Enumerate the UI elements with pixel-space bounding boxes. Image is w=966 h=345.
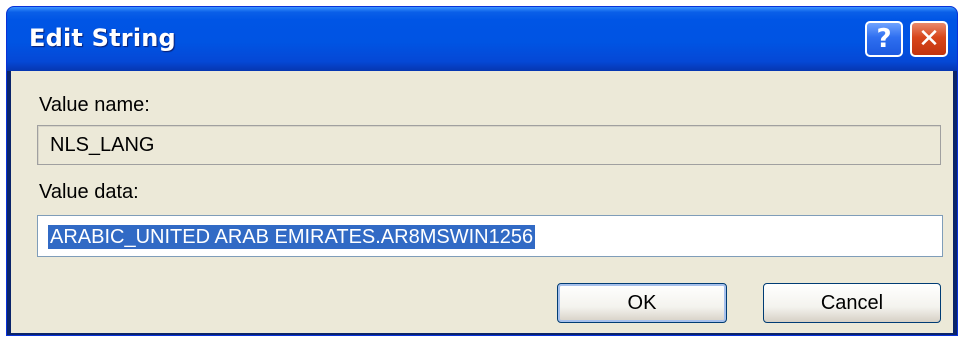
dialog-body: Value name: NLS_LANG Value data: ARABIC_… — [11, 71, 953, 333]
title-bar[interactable]: Edit String ? ✕ — [7, 7, 957, 71]
cancel-button[interactable]: Cancel — [763, 283, 941, 323]
help-button[interactable]: ? — [865, 21, 903, 57]
help-icon: ? — [876, 24, 892, 54]
value-data-input[interactable]: ARABIC_UNITED ARAB EMIRATES.AR8MSWIN1256 — [37, 215, 943, 257]
value-name-text: NLS_LANG — [50, 134, 155, 156]
dialog-title: Edit String — [29, 24, 176, 52]
ok-button[interactable]: OK — [557, 283, 727, 323]
value-name-field: NLS_LANG — [37, 125, 941, 165]
value-data-label: Value data: — [39, 181, 139, 203]
value-name-label: Value name: — [39, 94, 150, 116]
close-button[interactable]: ✕ — [910, 21, 948, 57]
close-icon: ✕ — [918, 24, 940, 54]
edit-string-dialog: Edit String ? ✕ Value name: NLS_LANG Val… — [6, 6, 958, 336]
value-data-selected-text[interactable]: ARABIC_UNITED ARAB EMIRATES.AR8MSWIN1256 — [48, 225, 536, 249]
